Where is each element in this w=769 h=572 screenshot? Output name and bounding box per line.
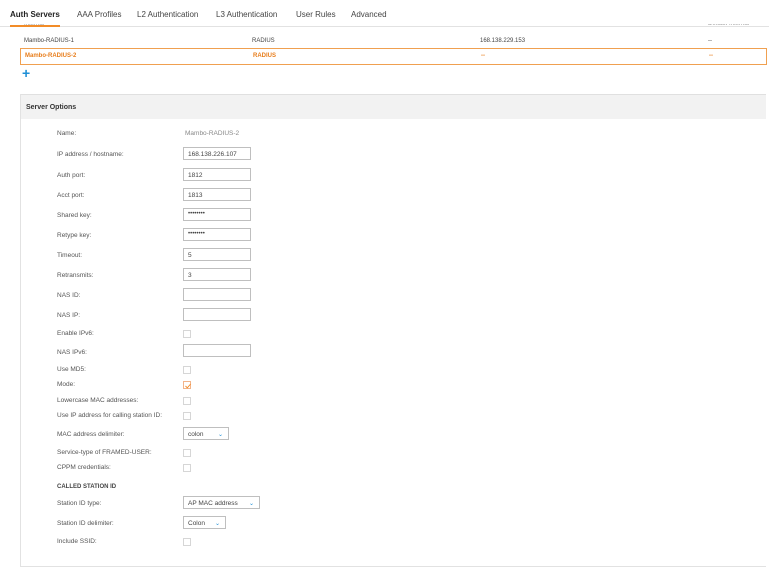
- mac-delimiter-select[interactable]: colon ⌄: [183, 427, 229, 440]
- server-table: Internal Default-Internal Mambo-RADIUS-1…: [20, 24, 769, 66]
- server-type: RADIUS: [252, 38, 275, 44]
- shared-key-label: Shared key:: [57, 212, 92, 219]
- enable-ipv6-checkbox[interactable]: [183, 330, 191, 338]
- retype-key-field[interactable]: ••••••••: [183, 228, 251, 241]
- service-type-checkbox[interactable]: [183, 449, 191, 457]
- nas-ip-field[interactable]: [183, 308, 251, 321]
- station-id-delimiter-value: Colon: [188, 520, 205, 527]
- server-extra: --: [708, 38, 712, 44]
- table-row[interactable]: Mambo-RADIUS-1 RADIUS 168.138.229.153 --: [20, 34, 765, 49]
- auth-port-label: Auth port:: [57, 172, 86, 179]
- mac-delimiter-value: colon: [188, 431, 204, 438]
- server-name: Mambo-RADIUS-1: [24, 38, 75, 44]
- nas-ip-label: NAS IP:: [57, 312, 81, 319]
- station-id-type-select[interactable]: AP MAC address ⌄: [183, 496, 260, 509]
- include-ssid-checkbox[interactable]: [183, 538, 191, 546]
- tab-l3-authentication[interactable]: L3 Authentication: [216, 10, 277, 19]
- auth-port-field[interactable]: 1812: [183, 168, 251, 181]
- retransmits-field[interactable]: 3: [183, 268, 251, 281]
- check-icon: [185, 383, 191, 389]
- lowercase-mac-checkbox[interactable]: [183, 397, 191, 405]
- use-md5-checkbox[interactable]: [183, 366, 191, 374]
- mode-label: Mode:: [57, 381, 76, 388]
- table-row-clipped-extra: Default-Internal: [708, 24, 750, 27]
- retype-key-label: Retype key:: [57, 232, 92, 239]
- called-station-title: CALLED STATION ID: [57, 484, 117, 490]
- tab-advanced[interactable]: Advanced: [351, 10, 387, 19]
- nas-ipv6-field[interactable]: [183, 344, 251, 357]
- nas-ipv6-label: NAS IPv6:: [57, 349, 87, 356]
- name-value: Mambo-RADIUS-2: [185, 130, 240, 137]
- tab-aaa-profiles[interactable]: AAA Profiles: [77, 10, 121, 19]
- chevron-down-icon: ⌄: [217, 432, 223, 438]
- cppm-label: CPPM credentials:: [57, 464, 111, 471]
- mode-checkbox[interactable]: [183, 381, 191, 389]
- chevron-down-icon: ⌄: [214, 521, 220, 527]
- timeout-field[interactable]: 5: [183, 248, 251, 261]
- mac-delimiter-label: MAC address delimiter:: [57, 431, 125, 438]
- tab-bar: Auth Servers AAA Profiles L2 Authenticat…: [0, 0, 769, 27]
- panel-header: Server Options: [21, 94, 766, 119]
- timeout-label: Timeout:: [57, 252, 83, 259]
- name-label: Name:: [57, 130, 77, 137]
- tab-l2-authentication[interactable]: L2 Authentication: [137, 10, 198, 19]
- station-id-type-value: AP MAC address: [188, 500, 238, 507]
- table-row-selected[interactable]: Mambo-RADIUS-2 RADIUS -- --: [20, 48, 767, 65]
- tab-user-rules[interactable]: User Rules: [296, 10, 336, 19]
- nas-id-field[interactable]: [183, 288, 251, 301]
- add-server-button[interactable]: +: [22, 66, 30, 80]
- lowercase-mac-label: Lowercase MAC addresses:: [57, 397, 139, 404]
- use-ip-calling-checkbox[interactable]: [183, 412, 191, 420]
- use-md5-label: Use MD5:: [57, 366, 86, 373]
- service-type-label: Service-type of FRAMED-USER:: [57, 449, 152, 456]
- server-type: RADIUS: [253, 53, 277, 59]
- nas-id-label: NAS ID:: [57, 292, 81, 299]
- station-id-delimiter-select[interactable]: Colon ⌄: [183, 516, 226, 529]
- ip-field[interactable]: 168.138.226.107: [183, 147, 251, 160]
- shared-key-field[interactable]: ••••••••: [183, 208, 251, 221]
- server-extra: --: [709, 53, 713, 59]
- station-id-type-label: Station ID type:: [57, 500, 102, 507]
- enable-ipv6-label: Enable IPv6:: [57, 330, 94, 337]
- server-ip: --: [481, 53, 485, 59]
- acct-port-field[interactable]: 1813: [183, 188, 251, 201]
- ip-label: IP address / hostname:: [57, 151, 124, 158]
- cppm-checkbox[interactable]: [183, 464, 191, 472]
- server-options-panel: Server Options Name: Mambo-RADIUS-2 IP a…: [20, 94, 766, 567]
- retransmits-label: Retransmits:: [57, 272, 94, 279]
- include-ssid-label: Include SSID:: [57, 538, 97, 545]
- server-name: Mambo-RADIUS-2: [25, 53, 77, 59]
- acct-port-label: Acct port:: [57, 192, 85, 199]
- server-ip: 168.138.229.153: [480, 38, 526, 44]
- chevron-down-icon: ⌄: [248, 501, 254, 507]
- table-row-clipped-name: Internal: [24, 24, 45, 27]
- use-ip-calling-label: Use IP address for calling station ID:: [57, 412, 163, 419]
- panel-title: Server Options: [26, 104, 77, 111]
- station-id-delimiter-label: Station ID delimiter:: [57, 520, 114, 527]
